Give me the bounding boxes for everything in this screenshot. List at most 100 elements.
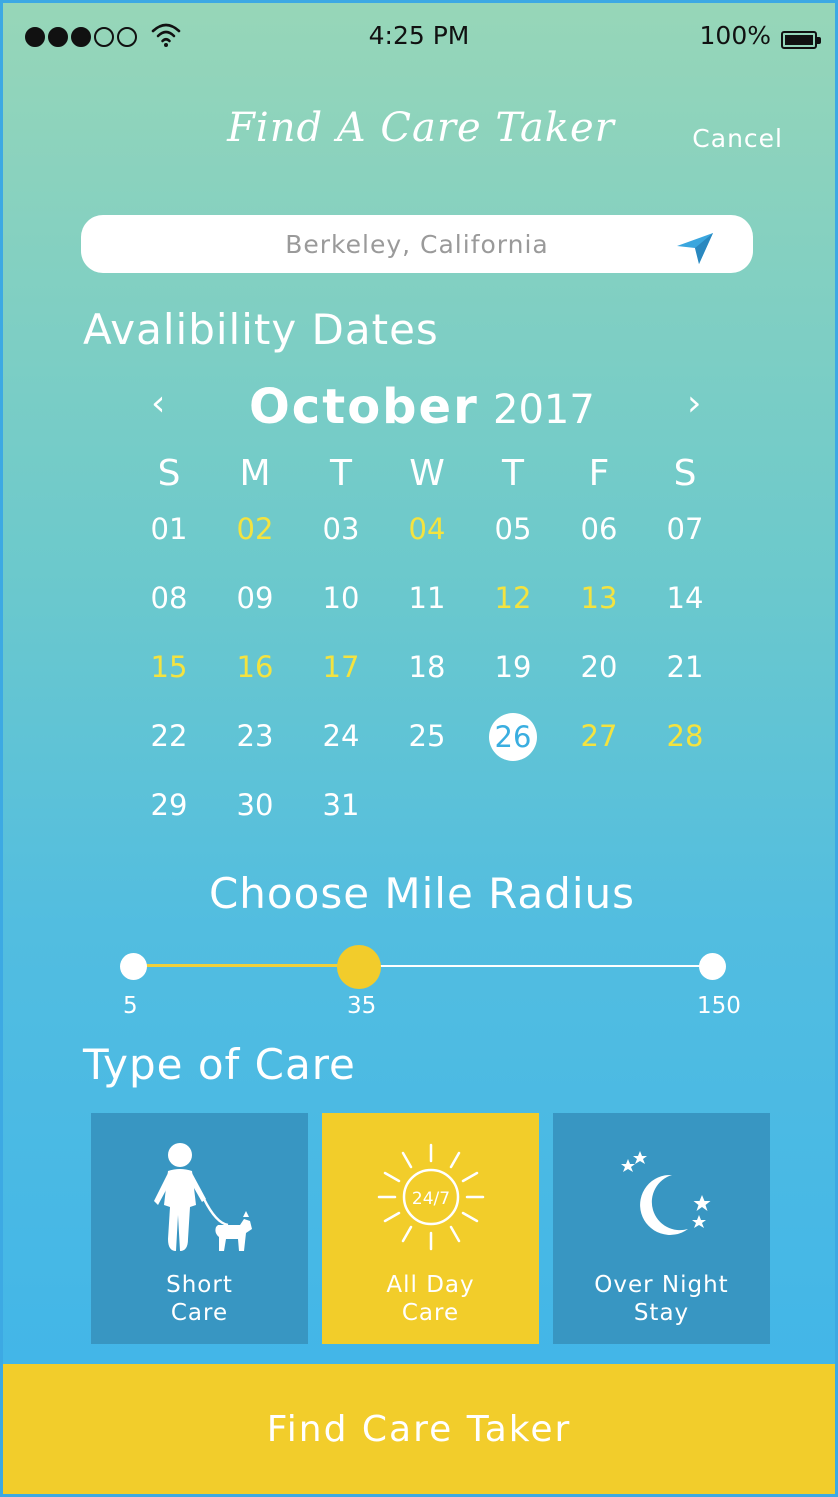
- calendar-day-label: 25: [408, 719, 446, 753]
- calendar-day[interactable]: 20: [556, 644, 642, 713]
- calendar-day-label: 27: [580, 719, 618, 753]
- radius-heading: Choose Mile Radius: [208, 869, 635, 918]
- calendar-day-label: 29: [150, 788, 188, 822]
- month-label: October: [249, 379, 479, 435]
- battery-icon: [781, 31, 821, 49]
- calendar-day-available[interactable]: 16: [212, 644, 298, 713]
- slider-track-fill: [133, 964, 360, 967]
- over-night-stay-option[interactable]: Over Night Stay: [553, 1113, 770, 1344]
- calendar-day-label: 13: [580, 581, 618, 615]
- short-care-option[interactable]: Short Care: [91, 1113, 308, 1344]
- weekday-label: M: [239, 453, 271, 494]
- care-option-label: Stay: [633, 1300, 690, 1326]
- calendar-day[interactable]: 05: [470, 506, 556, 575]
- calendar-day[interactable]: 09: [212, 575, 298, 644]
- calendar-day[interactable]: 25: [384, 713, 470, 782]
- sun-24-7-text: 24/7: [411, 1189, 449, 1209]
- calendar-day-selected[interactable]: 26: [470, 713, 556, 782]
- calendar-day[interactable]: 30: [212, 782, 298, 851]
- care-option-label: Over Night: [594, 1272, 729, 1298]
- slider-min-stop: [120, 953, 147, 980]
- calendar-day-available[interactable]: 28: [642, 713, 728, 782]
- radius-max-label: 150: [697, 993, 741, 1019]
- weekday-label: S: [673, 453, 697, 494]
- calendar-day-label: 24: [322, 719, 360, 753]
- calendar-day[interactable]: 18: [384, 644, 470, 713]
- calendar-day[interactable]: 11: [384, 575, 470, 644]
- weekday-label: T: [502, 453, 524, 494]
- care-option-label: Care: [401, 1300, 460, 1326]
- sun-24-7-icon: 24/7: [377, 1143, 484, 1251]
- weekday-header: S M T W T F S: [126, 453, 728, 494]
- month-navigator: ‹ October 2017 ›: [3, 379, 835, 439]
- calendar-day-label: 31: [322, 788, 360, 822]
- calendar-day-label: 16: [236, 650, 274, 684]
- radius-value-label: 35: [347, 993, 377, 1019]
- dog-walker-icon: [153, 1143, 252, 1251]
- slider-handle[interactable]: [337, 945, 382, 989]
- calendar-day[interactable]: 03: [298, 506, 384, 575]
- calendar-day-available[interactable]: 13: [556, 575, 642, 644]
- calendar-day-available[interactable]: 27: [556, 713, 642, 782]
- calendar-day[interactable]: 08: [126, 575, 212, 644]
- calendar-day-label: 26: [489, 713, 537, 761]
- calendar-day-label: 03: [322, 512, 360, 546]
- calendar-day[interactable]: 01: [126, 506, 212, 575]
- calendar-day-label: 11: [408, 581, 446, 615]
- weekday-label: F: [588, 453, 610, 494]
- slider-max-stop: [699, 953, 726, 980]
- calendar-day[interactable]: 31: [298, 782, 384, 851]
- calendar-day-label: 02: [236, 512, 274, 546]
- cancel-button[interactable]: Cancel: [692, 124, 783, 153]
- calendar-day-label: 19: [494, 650, 532, 684]
- calendar-day[interactable]: 29: [126, 782, 212, 851]
- moon-stars-icon: [620, 1151, 710, 1235]
- calendar-day-label: 09: [236, 581, 274, 615]
- calendar-day-label: 22: [150, 719, 188, 753]
- calendar-day-label: 01: [150, 512, 188, 546]
- next-month-button[interactable]: ›: [687, 383, 701, 424]
- calendar-day-available[interactable]: 17: [298, 644, 384, 713]
- calendar-day[interactable]: 23: [212, 713, 298, 782]
- calendar-day-label: 07: [666, 512, 704, 546]
- calendar-day-available[interactable]: 02: [212, 506, 298, 575]
- care-option-label: Care: [170, 1300, 229, 1326]
- calendar-days-grid: 01 02 03 04 05 06 07 08 09 10 11 12 13 14 15 16 17 18 19 20…: [126, 506, 728, 851]
- calendar-day-available[interactable]: 12: [470, 575, 556, 644]
- care-option-label: All Day: [386, 1272, 475, 1298]
- calendar-day-label: 06: [580, 512, 618, 546]
- mile-radius-slider[interactable]: [117, 933, 729, 1003]
- care-type-heading: Type of Care: [83, 1040, 356, 1089]
- calendar-day-available[interactable]: 04: [384, 506, 470, 575]
- location-search: [81, 215, 753, 273]
- calendar-day[interactable]: 24: [298, 713, 384, 782]
- location-arrow-icon[interactable]: [675, 229, 715, 265]
- prev-month-button[interactable]: ‹: [151, 383, 165, 424]
- calendar-day-label: 12: [494, 581, 532, 615]
- find-care-taker-button[interactable]: Find Care Taker: [3, 1364, 835, 1494]
- year-label: 2017: [493, 387, 595, 433]
- care-type-options: Short Care 24/7 All Day Care Over Night …: [91, 1113, 770, 1344]
- weekday-label: T: [330, 453, 352, 494]
- calendar-day-label: 21: [666, 650, 704, 684]
- weekday-label: W: [409, 453, 445, 494]
- all-day-care-option[interactable]: 24/7 All Day Care: [322, 1113, 539, 1344]
- calendar-day[interactable]: 19: [470, 644, 556, 713]
- calendar-day-label: 20: [580, 650, 618, 684]
- calendar-day[interactable]: 10: [298, 575, 384, 644]
- calendar-day[interactable]: 06: [556, 506, 642, 575]
- find-care-taker-screen: 4:25 PM 100% Find A Care Taker Cancel Av…: [0, 0, 838, 1497]
- availability-heading: Avalibility Dates: [83, 305, 439, 354]
- location-input[interactable]: [81, 215, 753, 273]
- calendar-day-available[interactable]: 15: [126, 644, 212, 713]
- calendar-day-label: 17: [322, 650, 360, 684]
- radius-min-label: 5: [123, 993, 138, 1019]
- calendar-day[interactable]: 07: [642, 506, 728, 575]
- calendar-day-label: 05: [494, 512, 532, 546]
- calendar-day[interactable]: 14: [642, 575, 728, 644]
- calendar-day[interactable]: 22: [126, 713, 212, 782]
- calendar-day-label: 14: [666, 581, 704, 615]
- calendar-day[interactable]: 21: [642, 644, 728, 713]
- weekday-label: S: [157, 453, 181, 494]
- calendar-day-label: 18: [408, 650, 446, 684]
